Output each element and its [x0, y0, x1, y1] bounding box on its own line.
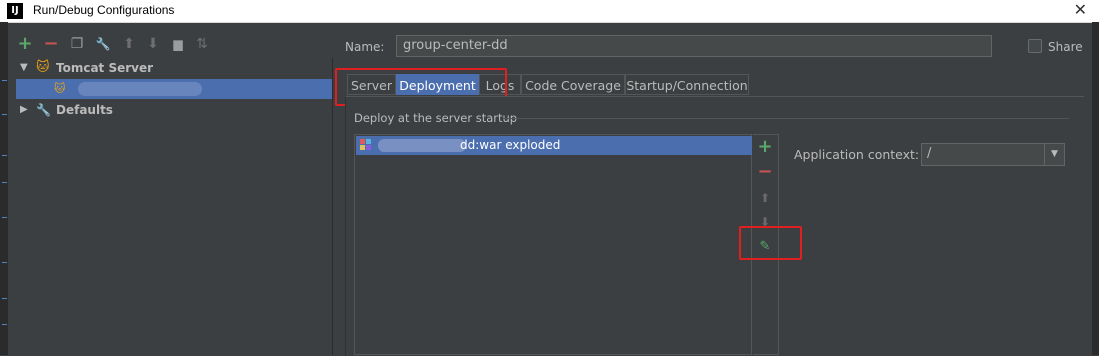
copy-icon[interactable]: ❐ — [68, 34, 86, 54]
title-bar: IJ Run/Debug Configurations ✕ — [0, 0, 1099, 23]
sort-icon[interactable]: ⇅ — [193, 34, 211, 54]
tree-group-label: Tomcat Server — [56, 61, 154, 75]
window-title: Run/Debug Configurations — [33, 3, 175, 17]
background-window-edge — [0, 22, 8, 355]
remove-icon[interactable]: − — [42, 34, 60, 54]
group-divider — [503, 118, 1069, 119]
tab-code-coverage[interactable]: Code Coverage — [521, 74, 625, 95]
tree-item-selected-config[interactable]: 🐱 — [16, 79, 332, 99]
artifact-label: dd:war exploded — [460, 138, 561, 152]
tree-group-tomcat-server[interactable]: ▼ 🐱 Tomcat Server — [16, 58, 332, 78]
dropdown-arrow-icon[interactable]: ▼ — [1044, 144, 1064, 165]
application-context-value: / — [927, 146, 932, 161]
add-icon[interactable]: + — [16, 34, 34, 54]
background-window-edge-right — [1092, 22, 1099, 355]
list-item[interactable]: dd:war exploded — [356, 136, 752, 155]
intellij-app-icon: IJ — [7, 3, 23, 19]
move-down-icon[interactable]: ⬇ — [144, 34, 162, 54]
redacted-config-name — [78, 82, 202, 96]
artifact-list: dd:war exploded — [354, 134, 752, 355]
add-icon[interactable]: + — [753, 137, 777, 157]
tree-group-defaults[interactable]: ▶ 🔧 Defaults — [16, 100, 332, 120]
wrench-icon[interactable]: 🔧 — [94, 34, 112, 54]
close-icon[interactable]: ✕ — [1074, 0, 1087, 19]
annotation-highlight-edit-button — [739, 226, 802, 260]
defaults-wrench-icon: 🔧 — [36, 103, 51, 117]
share-checkbox[interactable] — [1028, 39, 1042, 53]
share-label[interactable]: Share — [1048, 40, 1083, 54]
application-context-select[interactable]: / ▼ — [921, 143, 1065, 166]
application-context-label: Application context: — [794, 147, 920, 162]
war-artifact-icon — [360, 139, 372, 151]
chevron-right-icon[interactable]: ▶ — [20, 100, 28, 120]
tomcat-config-icon: 🐱 — [54, 82, 66, 95]
name-label: Name: — [345, 40, 385, 54]
tomcat-icon: 🐱 — [36, 60, 50, 75]
deploy-group-title: Deploy at the server startup — [354, 111, 518, 125]
move-up-icon[interactable]: ⬆ — [120, 34, 138, 54]
configurations-tree: ▼ 🐱 Tomcat Server 🐱 ▶ 🔧 Defaults — [16, 58, 333, 355]
name-input[interactable]: group-center-dd — [396, 35, 992, 57]
tab-startup-connection[interactable]: Startup/Connection — [625, 74, 749, 95]
remove-icon[interactable]: − — [753, 162, 777, 182]
chevron-down-icon[interactable]: ▼ — [20, 58, 28, 78]
tree-group-label: Defaults — [56, 103, 113, 117]
move-up-icon[interactable]: ⬆ — [753, 188, 777, 208]
folder-icon[interactable]: ▆ — [169, 34, 187, 54]
redacted-artifact-name — [378, 139, 466, 152]
